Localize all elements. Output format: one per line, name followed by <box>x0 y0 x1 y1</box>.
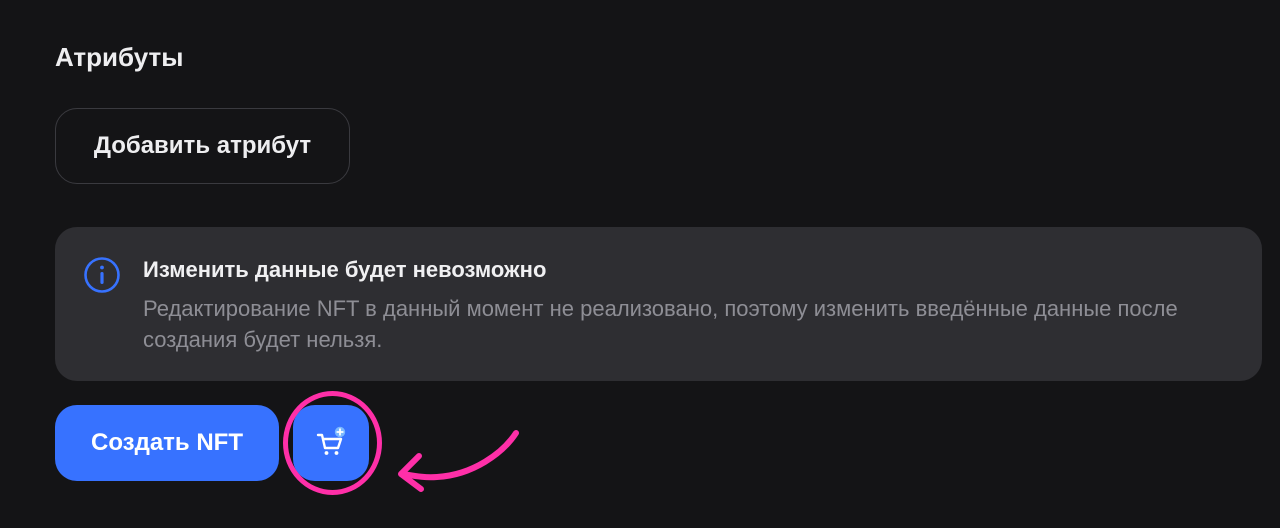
create-nft-button[interactable]: Создать NFT <box>55 405 279 481</box>
info-notice-title: Изменить данные будет невозможно <box>143 257 547 282</box>
info-notice-text: Редактирование NFT в данный момент не ре… <box>143 296 1178 352</box>
add-to-cart-button[interactable] <box>293 405 369 481</box>
cart-plus-icon <box>316 426 346 455</box>
nft-create-form: Атрибуты Добавить атрибут Изменить данны… <box>0 0 1280 528</box>
info-icon <box>84 257 120 293</box>
pointer-arrow-annotation <box>398 430 519 492</box>
info-notice: Изменить данные будет невозможно Редакти… <box>55 227 1262 381</box>
attributes-title: Атрибуты <box>55 42 184 72</box>
add-attribute-button[interactable]: Добавить атрибут <box>55 108 350 184</box>
